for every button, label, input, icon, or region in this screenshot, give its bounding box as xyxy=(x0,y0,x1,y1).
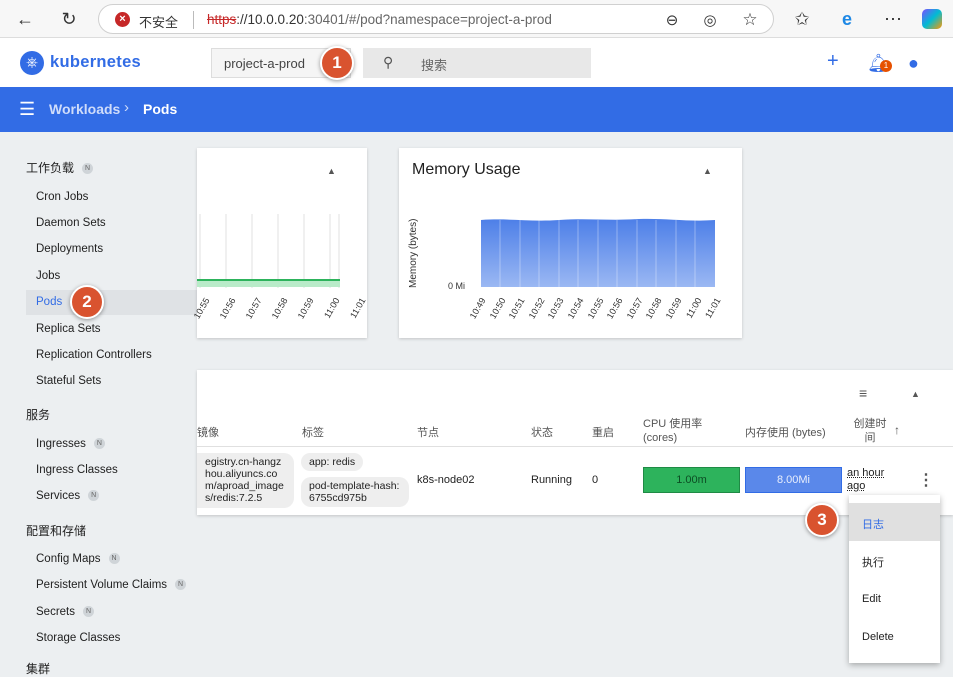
sidebar: 工作负载 N Cron Jobs Daemon Sets Deployments … xyxy=(0,132,197,676)
url-host: ://10.0.0.20 xyxy=(236,12,304,27)
url-path: :30401/#/pod?namespace=project-a-prod xyxy=(303,12,552,27)
browser-extension-icon[interactable]: e xyxy=(836,8,858,30)
node-name-link[interactable]: k8s-node02 xyxy=(417,474,475,486)
namespaced-badge: N xyxy=(83,606,94,618)
create-plus-icon[interactable]: + xyxy=(827,51,839,71)
collapse-arrow-icon[interactable]: ▲ xyxy=(911,389,920,399)
address-bar[interactable]: × 不安全 https://10.0.0.20:30401/#/pod?name… xyxy=(98,4,774,34)
menu-item-exec[interactable]: 执行 xyxy=(849,541,940,579)
search-input[interactable]: ⚲ 搜索 xyxy=(363,48,591,78)
row-context-menu: 日志 执行 Edit Delete xyxy=(849,495,940,663)
sidebar-item-stateful-sets[interactable]: Stateful Sets xyxy=(36,375,101,387)
sidebar-item-secrets[interactable]: Secrets N xyxy=(36,606,94,618)
memory-usage-sparkline: 8.00Mi xyxy=(745,467,842,493)
pods-table-card: ≡ ▲ 镜像 标签 节点 状态 重启 CPU 使用率 (cores) 内存使用 … xyxy=(197,370,953,515)
namespaced-badge: N xyxy=(88,490,100,502)
sidebar-item-label: Secrets xyxy=(36,606,75,618)
menu-hamburger-icon[interactable]: ☰ xyxy=(19,100,35,118)
label-chip: app: redis xyxy=(301,453,364,471)
url-text[interactable]: https://10.0.0.20:30401/#/pod?namespace=… xyxy=(207,12,552,27)
sidebar-item-replica-sets[interactable]: Replica Sets xyxy=(36,323,101,335)
breadcrumb-bar: ☰ Workloads › Pods xyxy=(0,87,953,132)
sidebar-item-cron-jobs[interactable]: Cron Jobs xyxy=(36,191,88,203)
step-marker-2: 2 xyxy=(70,285,104,319)
sidebar-item-label: Config Maps xyxy=(36,553,101,565)
sidebar-item-ingress-classes[interactable]: Ingress Classes xyxy=(36,464,118,476)
breadcrumb-chevron-icon: › xyxy=(124,99,129,116)
browser-toolbar: ← ↻ × 不安全 https://10.0.0.20:30401/#/pod?… xyxy=(0,0,953,38)
status-text: Running xyxy=(531,474,572,486)
kubernetes-logo-icon[interactable]: ⎈ xyxy=(20,51,44,75)
namespaced-badge: N xyxy=(82,163,94,175)
sort-arrow-up-icon[interactable]: ↑ xyxy=(894,423,900,437)
column-header-cpu[interactable]: CPU 使用率 (cores) xyxy=(643,417,733,445)
sidebar-item-pvc[interactable]: Persistent Volume Claims N xyxy=(36,579,187,591)
sidebar-section-cluster[interactable]: 集群 xyxy=(26,660,50,677)
sidebar-item-storage-classes[interactable]: Storage Classes xyxy=(36,632,120,644)
menu-item-logs[interactable]: 日志 xyxy=(849,503,940,541)
sidebar-item-daemon-sets[interactable]: Daemon Sets xyxy=(36,217,106,229)
column-header-restarts[interactable]: 重启 xyxy=(592,424,614,440)
namespaced-badge: N xyxy=(108,553,120,565)
column-header-status[interactable]: 状态 xyxy=(531,424,553,440)
url-scheme: https xyxy=(207,12,237,27)
sidebar-item-config-maps[interactable]: Config Maps N xyxy=(36,553,120,565)
url-divider xyxy=(193,11,194,29)
sidebar-item-jobs[interactable]: Jobs xyxy=(36,270,60,282)
notification-count-badge: 1 xyxy=(880,60,892,72)
translate-icon[interactable]: ◎ xyxy=(699,9,721,31)
column-header-created[interactable]: 创建时间 xyxy=(851,417,889,445)
sidebar-item-replication-controllers[interactable]: Replication Controllers xyxy=(36,349,152,361)
favorites-icon[interactable]: ✩ xyxy=(791,8,813,30)
sidebar-item-label: Ingresses xyxy=(36,438,86,450)
namespaced-badge: N xyxy=(93,438,105,450)
created-time: an hour ago xyxy=(847,467,885,492)
brand-name[interactable]: kubernetes xyxy=(50,53,141,72)
search-placeholder: 搜索 xyxy=(421,58,448,73)
back-icon[interactable]: ← xyxy=(14,8,36,30)
sidebar-item-pods[interactable]: Pods xyxy=(36,296,62,308)
breadcrumb-pods: Pods xyxy=(143,101,178,117)
sidebar-item-ingresses[interactable]: Ingresses N xyxy=(36,438,105,450)
column-header-node[interactable]: 节点 xyxy=(417,424,439,440)
sidebar-item-label: Persistent Volume Claims xyxy=(36,579,168,591)
account-icon[interactable]: ● xyxy=(908,54,919,72)
copilot-icon[interactable] xyxy=(922,9,942,29)
menu-item-delete[interactable]: Delete xyxy=(849,618,940,656)
label-chip: pod-template-hash: 6755cd975b xyxy=(301,477,409,507)
insecure-label: 不安全 xyxy=(139,15,179,30)
more-icon[interactable]: ⋯ xyxy=(882,8,904,30)
sidebar-item-deployments[interactable]: Deployments xyxy=(36,243,103,255)
sidebar-section-services[interactable]: 服务 xyxy=(26,406,50,423)
column-header-image[interactable]: 镜像 xyxy=(197,424,219,440)
row-actions-kebab-icon[interactable]: ⋮ xyxy=(918,470,934,490)
column-header-labels[interactable]: 标签 xyxy=(302,424,324,440)
zoom-icon[interactable]: ⊖ xyxy=(661,9,683,31)
breadcrumb-workloads[interactable]: Workloads xyxy=(49,101,120,117)
filter-icon[interactable]: ≡ xyxy=(859,385,867,401)
insecure-warning-icon: × xyxy=(115,12,130,27)
cpu-usage-sparkline: 1.00m xyxy=(643,467,740,493)
header-divider xyxy=(197,446,953,447)
memory-usage-card: Memory Usage ▲ Memory (bytes) 0 Mi 10:49… xyxy=(399,148,742,338)
restarts-count: 0 xyxy=(592,474,599,486)
reload-icon[interactable]: ↻ xyxy=(58,8,80,30)
search-icon: ⚲ xyxy=(383,54,394,70)
sidebar-section-label: 工作负载 xyxy=(26,161,75,175)
menu-item-edit[interactable]: Edit xyxy=(849,580,940,618)
image-chip: egistry.cn-hangzhou.aliyuncs.com/aproad_… xyxy=(197,453,294,508)
app-header: ⎈ kubernetes project-a-prod ⚲ 搜索 + 🔔︎ ● xyxy=(0,38,953,87)
sidebar-section-config[interactable]: 配置和存储 xyxy=(26,522,86,539)
namespaced-badge: N xyxy=(175,579,187,591)
step-marker-3: 3 xyxy=(805,503,839,537)
sidebar-item-services[interactable]: Services N xyxy=(36,490,100,502)
step-marker-1: 1 xyxy=(320,46,354,80)
favorite-star-icon[interactable]: ☆ xyxy=(739,9,761,31)
cpu-usage-card: ▲ 10:55 10:56 10:57 10:58 10:59 11:00 11:01 xyxy=(192,148,368,338)
column-header-memory[interactable]: 内存使用 (bytes) xyxy=(745,424,826,440)
sidebar-section-workloads[interactable]: 工作负载 N xyxy=(26,159,94,176)
sidebar-item-label: Services xyxy=(36,490,81,502)
